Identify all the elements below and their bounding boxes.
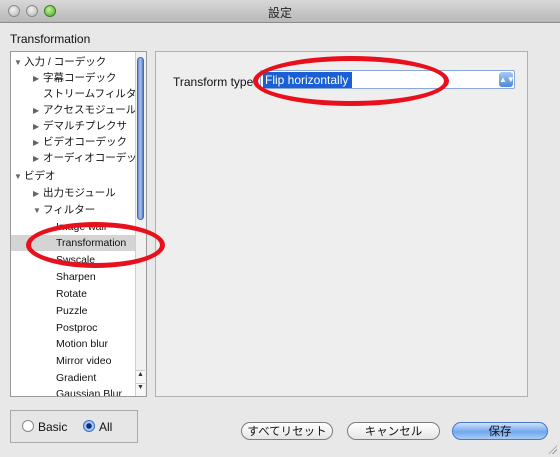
tree-item-label: 出力モジュール	[43, 187, 116, 199]
tree-item-audio-codecs[interactable]: ▶ オーディオコーデック	[33, 150, 147, 166]
tree-item-label: Mirror video	[56, 355, 112, 367]
tree-item-gaussian-blur[interactable]: Gaussian Blur	[56, 386, 146, 397]
transform-type-label: Transform type	[173, 75, 254, 89]
section-title: Transformation	[10, 32, 91, 46]
reset-all-button[interactable]: すべてリセット	[241, 422, 333, 440]
scroll-down-arrow-icon[interactable]: ▼	[136, 383, 145, 396]
tree-item-transformation[interactable]: Transformation	[11, 235, 138, 251]
tree-item-gradient[interactable]: Gradient	[56, 370, 146, 386]
tree-item-label: 入力 / コーデック	[24, 56, 107, 68]
tree-item-swscale[interactable]: Swscale	[56, 252, 146, 268]
tree-item-label: デマルチプレクサ	[43, 120, 127, 132]
tree-item-motion-blur[interactable]: Motion blur	[56, 336, 146, 352]
tree-item-label: Sharpen	[56, 271, 96, 283]
preferences-tree: ▼ 入力 / コーデック ▶ 字幕コーデック ストリームフィルター ▶ アクセスモジュ…	[10, 51, 147, 397]
tree-item-video-codecs[interactable]: ▶ ビデオコーデック	[33, 134, 146, 150]
tree-item-label: Gaussian Blur	[56, 388, 122, 397]
basic-radio[interactable]	[22, 420, 34, 432]
collapsed-triangle-icon[interactable]: ▶	[33, 151, 43, 166]
collapsed-triangle-icon[interactable]: ▶	[33, 71, 43, 86]
tree-item-label: オーディオコーデック	[43, 152, 147, 164]
resize-grip-icon[interactable]	[548, 445, 557, 454]
view-mode-group: Basic All	[10, 410, 138, 443]
collapsed-triangle-icon[interactable]: ▶	[33, 103, 43, 118]
tree-item-label: Gradient	[56, 372, 97, 384]
tree-item-sharpen[interactable]: Sharpen	[56, 269, 146, 285]
tree-item-label: Motion blur	[56, 338, 108, 350]
expanded-triangle-icon[interactable]: ▼	[14, 55, 24, 70]
tree-item-rotate[interactable]: Rotate	[56, 286, 146, 302]
expanded-triangle-icon[interactable]: ▼	[14, 169, 24, 184]
title-bar: 設定	[0, 0, 560, 23]
basic-radio-label[interactable]: Basic	[38, 420, 67, 434]
tree-item-stream-filters[interactable]: ストリームフィルター	[43, 86, 147, 102]
tree-item-label: Rotate	[56, 288, 87, 300]
all-radio-label[interactable]: All	[99, 420, 112, 434]
scrollbar-thumb[interactable]	[137, 57, 144, 220]
tree-item-subtitle-codecs[interactable]: ▶ 字幕コーデック	[33, 70, 146, 86]
tree-item-filters[interactable]: ▼ フィルター	[33, 202, 146, 218]
settings-panel: Transform type Flip horizontally ▲▼	[155, 51, 528, 397]
save-button[interactable]: 保存	[452, 422, 548, 440]
tree-item-label: Transformation	[56, 237, 127, 249]
tree-item-label: Puzzle	[56, 305, 88, 317]
tree-item-label: フィルター	[43, 204, 96, 216]
tree-item-puzzle[interactable]: Puzzle	[56, 303, 146, 319]
tree-item-label: Postproc	[56, 322, 98, 334]
collapsed-triangle-icon[interactable]: ▶	[33, 186, 43, 201]
tree-item-access-modules[interactable]: ▶ アクセスモジュール	[33, 102, 146, 118]
scroll-up-arrow-icon[interactable]: ▲	[136, 370, 145, 383]
transform-type-value: Flip horizontally	[263, 72, 353, 88]
tree-scrollbar[interactable]: ▲ ▼	[135, 52, 146, 396]
all-radio[interactable]	[83, 420, 95, 432]
tree-item-label: ストリームフィルター	[43, 88, 147, 100]
tree-item-postproc[interactable]: Postproc	[56, 320, 146, 336]
cancel-button[interactable]: キャンセル	[347, 422, 440, 440]
window-title: 設定	[267, 6, 292, 20]
tree-item-input-codecs[interactable]: ▼ 入力 / コーデック	[14, 54, 140, 70]
collapsed-triangle-icon[interactable]: ▶	[33, 119, 43, 134]
tree-item-demuxers[interactable]: ▶ デマルチプレクサ	[33, 118, 146, 134]
tree-item-output-modules[interactable]: ▶ 出力モジュール	[33, 185, 146, 201]
tree-item-label: ビデオコーデック	[43, 136, 127, 148]
tree-item-mirror-video[interactable]: Mirror video	[56, 353, 146, 369]
tree-item-label: 字幕コーデック	[43, 72, 117, 84]
tree-item-label: Image wall	[56, 221, 107, 233]
tree-item-label: ビデオ	[24, 170, 56, 182]
dropdown-arrows-icon[interactable]: ▲▼	[499, 72, 515, 87]
tree-item-video[interactable]: ▼ ビデオ	[14, 168, 140, 184]
tree-item-image-wall[interactable]: Image wall	[56, 219, 146, 235]
tree-item-label: Swscale	[56, 254, 96, 266]
expanded-triangle-icon[interactable]: ▼	[33, 203, 43, 218]
collapsed-triangle-icon[interactable]: ▶	[33, 135, 43, 150]
tree-item-label: アクセスモジュール	[43, 104, 137, 116]
transform-type-select[interactable]: Flip horizontally ▲▼	[260, 70, 515, 89]
